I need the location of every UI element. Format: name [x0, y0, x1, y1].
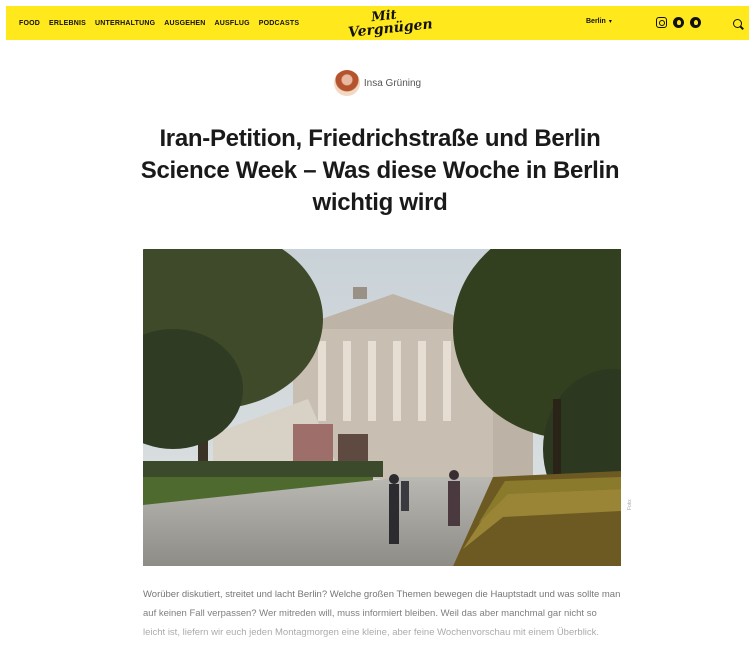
city-label: Berlin: [586, 18, 606, 25]
nav-link-podcasts[interactable]: Podcasts: [259, 20, 300, 27]
category-nav: Food Erlebnis Unterhaltung Ausgehen Ausf…: [6, 20, 299, 27]
top-nav-bar: Food Erlebnis Unterhaltung Ausgehen Ausf…: [6, 6, 749, 41]
article-headline: Iran-Petition, Friedrichstraße und Berli…: [140, 125, 620, 216]
author-byline: Insa Grüning: [0, 70, 755, 96]
chevron-down-icon: ▾: [608, 19, 612, 25]
image-credit: Foto:: [627, 498, 633, 510]
author-name[interactable]: Insa Grüning: [364, 78, 421, 89]
city-selector[interactable]: Berlin ▾: [586, 18, 612, 25]
nav-link-ausflug[interactable]: Ausflug: [215, 20, 250, 27]
site-logo[interactable]: Mit Vergnügen: [347, 8, 433, 48]
instagram-icon[interactable]: [656, 17, 667, 28]
nav-link-ausgehen[interactable]: Ausgehen: [164, 20, 205, 27]
author-avatar[interactable]: [333, 70, 360, 96]
article-intro: Worüber diskutiert, streitet und lacht B…: [143, 589, 621, 638]
nav-link-unterhaltung[interactable]: Unterhaltung: [95, 20, 155, 27]
hero-image: [143, 249, 621, 566]
social-links: [656, 17, 701, 28]
nav-link-erlebnis[interactable]: Erlebnis: [49, 20, 86, 27]
facebook-icon[interactable]: [673, 17, 684, 28]
spotify-icon[interactable]: [690, 17, 701, 28]
nav-link-food[interactable]: Food: [19, 20, 40, 27]
search-icon[interactable]: [733, 19, 742, 28]
